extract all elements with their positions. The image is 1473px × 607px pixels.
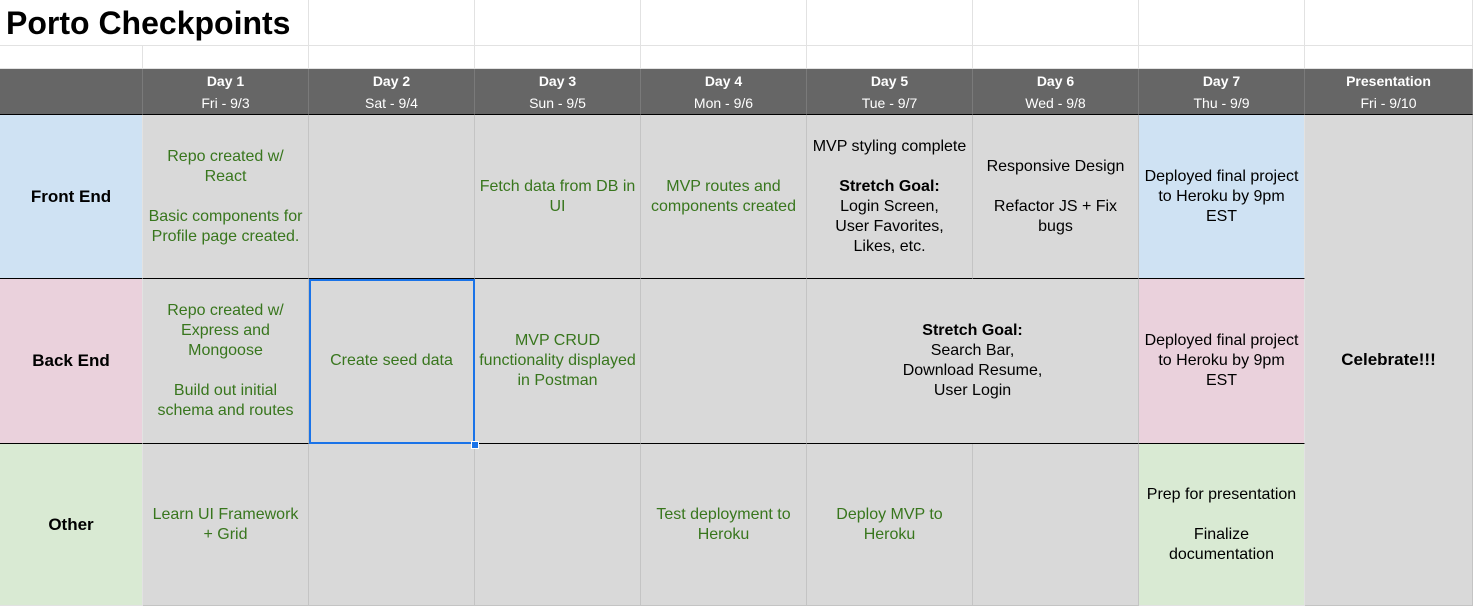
empty-cell[interactable]: [0, 46, 143, 69]
front-end-day-2[interactable]: [309, 115, 475, 279]
presentation-cell[interactable]: Celebrate!!!: [1305, 115, 1473, 606]
date-day-3[interactable]: Sun - 9/5: [475, 92, 641, 115]
front-end-day-4[interactable]: MVP routes and components created: [641, 115, 807, 279]
other-day-7[interactable]: Prep for presentation Finalize documenta…: [1139, 444, 1305, 606]
stretch-goal-label: Stretch Goal:: [922, 322, 1023, 339]
date-day-6[interactable]: Wed - 9/8: [973, 92, 1139, 115]
stretch-goal-items: Login Screen, User Favorites, Likes, etc…: [835, 197, 944, 255]
empty-cell[interactable]: [1139, 46, 1305, 69]
empty-cell[interactable]: [973, 46, 1139, 69]
empty-cell[interactable]: [1305, 0, 1473, 46]
empty-cell[interactable]: [309, 0, 475, 46]
stretch-goal-items: Search Bar, Download Resume, User Login: [902, 342, 1043, 399]
header-day-4[interactable]: Day 4: [641, 69, 807, 92]
empty-cell[interactable]: [1305, 46, 1473, 69]
stretch-goal-label: Stretch Goal:: [839, 177, 940, 195]
front-end-day-1[interactable]: Repo created w/ React Basic components f…: [143, 115, 309, 279]
other-day-5[interactable]: Deploy MVP to Heroku: [807, 444, 973, 606]
date-day-5[interactable]: Tue - 9/7: [807, 92, 973, 115]
header-day-6[interactable]: Day 6: [973, 69, 1139, 92]
header-corner-sub[interactable]: [0, 92, 143, 115]
sheet-title[interactable]: Porto Checkpoints: [0, 0, 309, 46]
empty-cell[interactable]: [807, 0, 973, 46]
back-end-day-3[interactable]: MVP CRUD functionality displayed in Post…: [475, 279, 641, 444]
empty-cell[interactable]: [309, 46, 475, 69]
header-day-1[interactable]: Day 1: [143, 69, 309, 92]
front-end-day-3[interactable]: Fetch data from DB in UI: [475, 115, 641, 279]
front-end-day-6[interactable]: Responsive Design Refactor JS + Fix bugs: [973, 115, 1139, 279]
empty-cell[interactable]: [807, 46, 973, 69]
back-end-day-2[interactable]: Create seed data: [309, 279, 475, 444]
day-5-mvp-text: MVP styling complete: [812, 137, 967, 155]
row-label-back-end[interactable]: Back End: [0, 279, 143, 444]
back-end-day-5-6[interactable]: Stretch Goal: Search Bar, Download Resum…: [807, 279, 1139, 444]
header-presentation[interactable]: Presentation: [1305, 69, 1473, 92]
spreadsheet-grid: Porto Checkpoints Day 1 Day 2 Day 3 Day …: [0, 0, 1473, 607]
other-day-1[interactable]: Learn UI Framework + Grid: [143, 444, 309, 606]
front-end-day-5[interactable]: MVP styling complete Stretch Goal: Login…: [807, 115, 973, 279]
header-day-7[interactable]: Day 7: [1139, 69, 1305, 92]
header-day-2[interactable]: Day 2: [309, 69, 475, 92]
back-end-day-7[interactable]: Deployed final project to Heroku by 9pm …: [1139, 279, 1305, 444]
back-end-day-1[interactable]: Repo created w/ Express and Mongoose Bui…: [143, 279, 309, 444]
header-corner[interactable]: [0, 69, 143, 92]
empty-cell[interactable]: [143, 46, 309, 69]
empty-cell[interactable]: [475, 46, 641, 69]
empty-cell[interactable]: [641, 46, 807, 69]
header-day-3[interactable]: Day 3: [475, 69, 641, 92]
date-day-2[interactable]: Sat - 9/4: [309, 92, 475, 115]
date-day-4[interactable]: Mon - 9/6: [641, 92, 807, 115]
date-day-7[interactable]: Thu - 9/9: [1139, 92, 1305, 115]
other-day-6[interactable]: [973, 444, 1139, 606]
header-day-5[interactable]: Day 5: [807, 69, 973, 92]
front-end-day-7[interactable]: Deployed final project to Heroku by 9pm …: [1139, 115, 1305, 279]
date-presentation[interactable]: Fri - 9/10: [1305, 92, 1473, 115]
row-label-other[interactable]: Other: [0, 444, 143, 606]
back-end-day-4[interactable]: [641, 279, 807, 444]
other-day-2[interactable]: [309, 444, 475, 606]
selection-fill-handle[interactable]: [471, 441, 479, 449]
other-day-4[interactable]: Test deployment to Heroku: [641, 444, 807, 606]
empty-cell[interactable]: [475, 0, 641, 46]
row-label-front-end[interactable]: Front End: [0, 115, 143, 279]
empty-cell[interactable]: [1139, 0, 1305, 46]
empty-cell[interactable]: [641, 0, 807, 46]
empty-cell[interactable]: [973, 0, 1139, 46]
other-day-3[interactable]: [475, 444, 641, 606]
date-day-1[interactable]: Fri - 9/3: [143, 92, 309, 115]
